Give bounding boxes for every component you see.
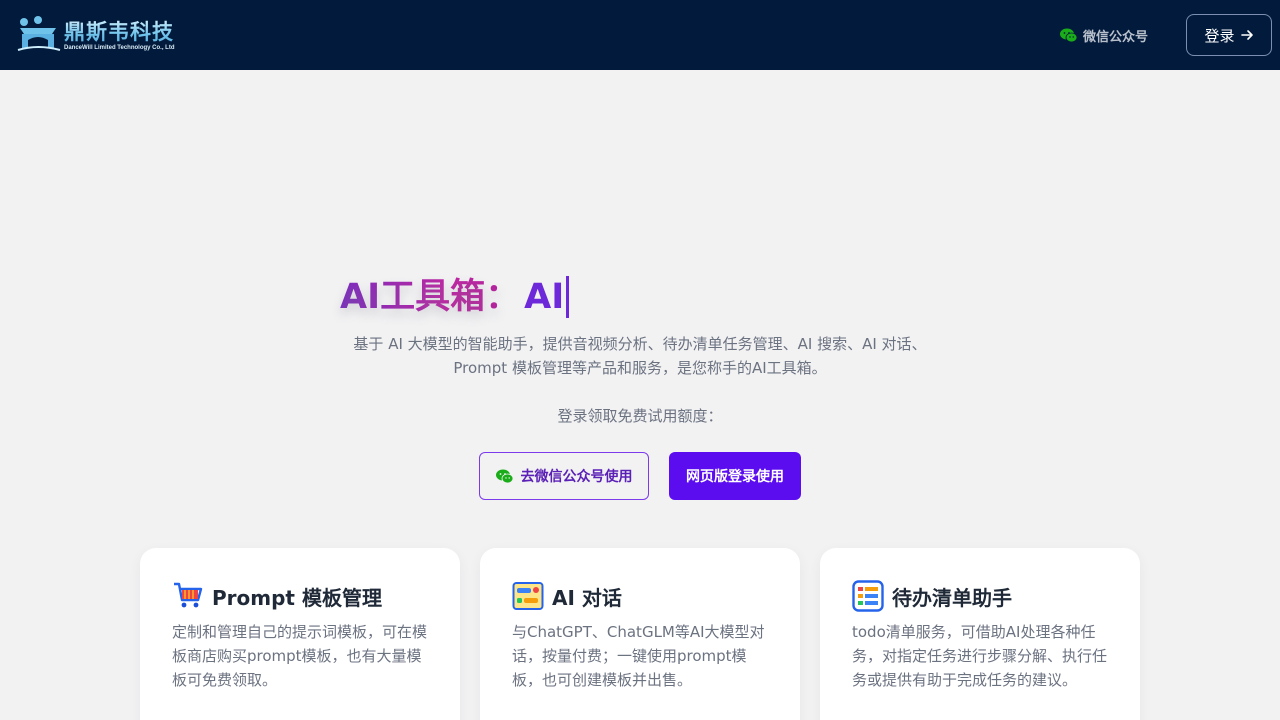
web-login-label: 网页版登录使用	[686, 469, 784, 485]
card-title: AI 对话	[552, 585, 622, 610]
wechat-link-label: 微信公众号	[1083, 29, 1149, 45]
company-logo[interactable]: 鼎斯韦科技 DanceWill Limited Technology Co., …	[16, 14, 206, 56]
shopping-cart-icon	[174, 582, 203, 608]
top-navbar: 鼎斯韦科技 DanceWill Limited Technology Co., …	[0, 0, 1280, 70]
typing-caret	[566, 276, 570, 318]
hero-title-typing: AI	[524, 277, 565, 317]
login-button-label: 登录	[1204, 26, 1235, 45]
login-button[interactable]: 登录	[1186, 14, 1272, 56]
use-via-wechat-button[interactable]: 去微信公众号使用	[479, 452, 649, 500]
trial-note: 登录领取免费试用额度：	[557, 407, 723, 425]
logo-mark-icon	[17, 16, 61, 51]
web-login-button[interactable]: 网页版登录使用	[669, 452, 801, 500]
checklist-icon	[852, 580, 884, 612]
card-description: todo清单服务，可借助AI处理各种任务，对指定任务进行步骤分解、执行任务或提供…	[852, 623, 1108, 689]
card-title: Prompt 模板管理	[212, 585, 382, 610]
arrow-right-icon	[1240, 30, 1253, 40]
hero-title: AI工具箱： AI	[340, 272, 570, 322]
wechat-icon	[495, 469, 513, 483]
feature-card-ai-chat[interactable]: AI 对话 与ChatGPT、ChatGLM等AI大模型对话，按量付费；一键使用…	[480, 548, 800, 720]
feature-card-prompt-templates[interactable]: Prompt 模板管理 定制和管理自己的提示词模板，可在模板商店购买prompt…	[140, 548, 460, 720]
hero-description: 基于 AI 大模型的智能助手，提供音视频分析、待办清单任务管理、AI 搜索、AI…	[353, 335, 927, 377]
feature-card-todo-assistant[interactable]: 待办清单助手 todo清单服务，可借助AI处理各种任务，对指定任务进行步骤分解、…	[820, 548, 1140, 720]
wechat-official-account-link[interactable]: 微信公众号	[1060, 24, 1148, 46]
logo-english-text: DanceWill Limited Technology Co., Ltd	[64, 45, 175, 51]
wechat-icon	[1060, 28, 1077, 42]
logo-chinese-text: 鼎斯韦科技	[64, 20, 174, 44]
hero-title-static: AI工具箱：	[340, 273, 520, 321]
chat-window-icon	[512, 582, 544, 610]
card-description: 定制和管理自己的提示词模板，可在模板商店购买prompt模板，也有大量模板可免费…	[172, 623, 428, 689]
card-description: 与ChatGPT、ChatGLM等AI大模型对话，按量付费；一键使用prompt…	[512, 623, 765, 689]
use-via-wechat-label: 去微信公众号使用	[520, 469, 633, 485]
card-title: 待办清单助手	[892, 585, 1012, 610]
